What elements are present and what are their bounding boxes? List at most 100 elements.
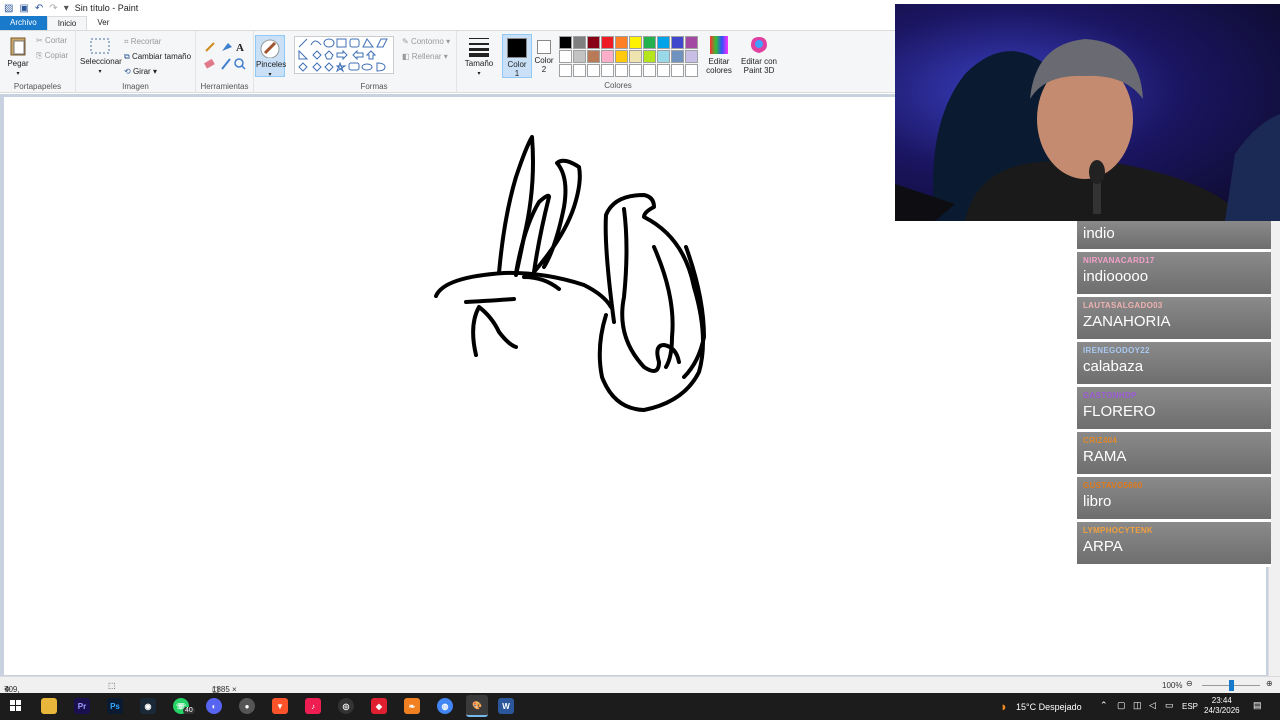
tab-view[interactable]: Ver (87, 16, 119, 30)
chat-username: LYMPHOCYTENK (1077, 522, 1271, 536)
save-icon[interactable]: ▣ (19, 3, 28, 14)
palette-swatch[interactable] (615, 50, 628, 63)
palette-swatch[interactable] (643, 50, 656, 63)
palette-swatch[interactable] (643, 64, 656, 77)
notifications-icon[interactable]: ▤ (1253, 700, 1262, 711)
palette-swatch[interactable] (671, 50, 684, 63)
palette-swatch[interactable] (685, 64, 698, 77)
palette-swatch[interactable] (657, 36, 670, 49)
palette-swatch[interactable] (573, 50, 586, 63)
cut-button[interactable]: ✂ Cortar (36, 36, 67, 45)
palette-swatch[interactable] (573, 64, 586, 77)
palette-swatch[interactable] (601, 50, 614, 63)
chat-username: NIRVANACARD17 (1077, 252, 1271, 266)
palette-swatch[interactable] (601, 64, 614, 77)
palette-swatch[interactable] (671, 64, 684, 77)
tab-file[interactable]: Archivo (0, 16, 47, 30)
volume-icon[interactable]: ◁ (1149, 700, 1156, 711)
resize-button[interactable]: ⧉ Cambiar tamaño (124, 52, 191, 61)
rotate-button[interactable]: ⟲ Girar ▾ (124, 67, 157, 76)
steam-icon[interactable]: ◉ (140, 698, 156, 714)
palette-swatch[interactable] (643, 36, 656, 49)
color1-button[interactable]: Color 1 (502, 34, 532, 78)
shapes-gallery[interactable] (294, 36, 394, 74)
palette-swatch[interactable] (615, 64, 628, 77)
palette-swatch[interactable] (559, 50, 572, 63)
fill-icon[interactable] (222, 43, 232, 51)
app-icon-red[interactable]: ◆ (371, 698, 387, 714)
palette-swatch[interactable] (601, 36, 614, 49)
copy-button[interactable]: ⎘ Copiar (36, 51, 68, 60)
brush-icon (259, 38, 281, 58)
palette-swatch[interactable] (657, 64, 670, 77)
windows-start-icon[interactable] (8, 698, 24, 714)
fill-label: Rellenar (412, 52, 442, 61)
fill-button[interactable]: ◧ Rellenar ▾ (402, 52, 448, 61)
paint-taskbar-icon[interactable]: 🎨 (466, 695, 488, 717)
palette-swatch[interactable] (587, 36, 600, 49)
selection-size-icon: ⬚ (108, 681, 116, 690)
copy-icon: ⎘ (36, 51, 45, 60)
weather-icon[interactable]: ◗ (996, 698, 1012, 714)
select-button[interactable]: Seleccionar▾ (80, 37, 120, 77)
palette-swatch[interactable] (629, 50, 642, 63)
palette-swatch[interactable] (559, 36, 572, 49)
premiere-icon[interactable]: Pr (74, 698, 90, 714)
palette-swatch[interactable] (657, 50, 670, 63)
paste-button[interactable]: Pegar▾ (6, 35, 30, 79)
scissors-icon: ✂ (36, 36, 45, 45)
palette-swatch[interactable] (671, 36, 684, 49)
brushes-button[interactable]: Pinceles▾ (255, 35, 285, 77)
photoshop-icon[interactable]: Ps (107, 698, 123, 714)
discord-icon[interactable]: ◐ (206, 698, 222, 714)
obs-icon[interactable]: ◎ (338, 698, 354, 714)
paint3d-button[interactable]: Editar conPaint 3D (740, 35, 778, 75)
word-icon[interactable]: W (498, 698, 514, 714)
color2-button[interactable]: Color 2 (529, 34, 559, 78)
zoom-out-button[interactable]: ⊖ (1186, 679, 1193, 688)
language-indicator[interactable]: ESP (1182, 702, 1198, 711)
edit-colors-button[interactable]: Editarcolores (702, 35, 736, 75)
zoom-in-button[interactable]: ⊕ (1266, 679, 1273, 688)
tab-home[interactable]: Inicio (47, 16, 88, 30)
chat-text: calabaza (1077, 356, 1271, 384)
weather-text[interactable]: 15°C Despejado (1016, 702, 1082, 712)
palette-swatch[interactable] (573, 36, 586, 49)
chrome-icon[interactable]: ◍ (437, 698, 453, 714)
rotate-icon: ⟲ (124, 67, 133, 76)
crop-button[interactable]: ⌗ Recortar (124, 37, 161, 46)
palette-swatch[interactable] (587, 64, 600, 77)
palette-swatch[interactable] (685, 36, 698, 49)
select-label: Seleccionar (80, 57, 122, 66)
eraser-icon[interactable] (204, 59, 215, 69)
battery-icon[interactable]: ▭ (1165, 700, 1174, 711)
app-icon-gray[interactable]: ● (239, 698, 255, 714)
fl-studio-icon[interactable]: ❧ (404, 698, 420, 714)
zoom-slider-thumb[interactable] (1229, 680, 1234, 691)
file-explorer-icon[interactable] (41, 698, 57, 714)
redo-icon[interactable]: ↷ (49, 3, 57, 14)
palette-swatch[interactable] (615, 36, 628, 49)
outline-button[interactable]: ✎ Contorno ▾ (402, 37, 450, 46)
chat-text: indio (1077, 221, 1271, 249)
brave-icon[interactable]: ▼ (272, 698, 288, 714)
palette-swatch[interactable] (685, 50, 698, 63)
text-tool-icon[interactable]: A (236, 42, 244, 54)
undo-icon[interactable]: ↶ (35, 3, 43, 14)
pencil-icon[interactable] (206, 43, 214, 51)
magnifier-icon[interactable] (235, 59, 243, 67)
customize-dropdown-icon[interactable]: ▾ (64, 3, 69, 14)
tray-app-icon[interactable]: ▢ (1117, 700, 1126, 711)
palette-swatch[interactable] (629, 64, 642, 77)
color-picker-icon[interactable] (222, 59, 230, 69)
tray-chevron-icon[interactable]: ⌃ (1100, 700, 1108, 711)
size-button[interactable]: Tamaño▾ (462, 35, 496, 79)
palette-swatch[interactable] (559, 64, 572, 77)
palette-swatch[interactable] (629, 36, 642, 49)
chat-text: FLORERO (1077, 401, 1271, 429)
clock[interactable]: 23:44 24/3/2026 (1204, 696, 1240, 716)
network-icon[interactable]: ◫ (1133, 700, 1142, 711)
palette-swatch[interactable] (587, 50, 600, 63)
tiktok-icon[interactable]: ♪ (305, 698, 321, 714)
zoom-level: 100% (1162, 681, 1182, 690)
